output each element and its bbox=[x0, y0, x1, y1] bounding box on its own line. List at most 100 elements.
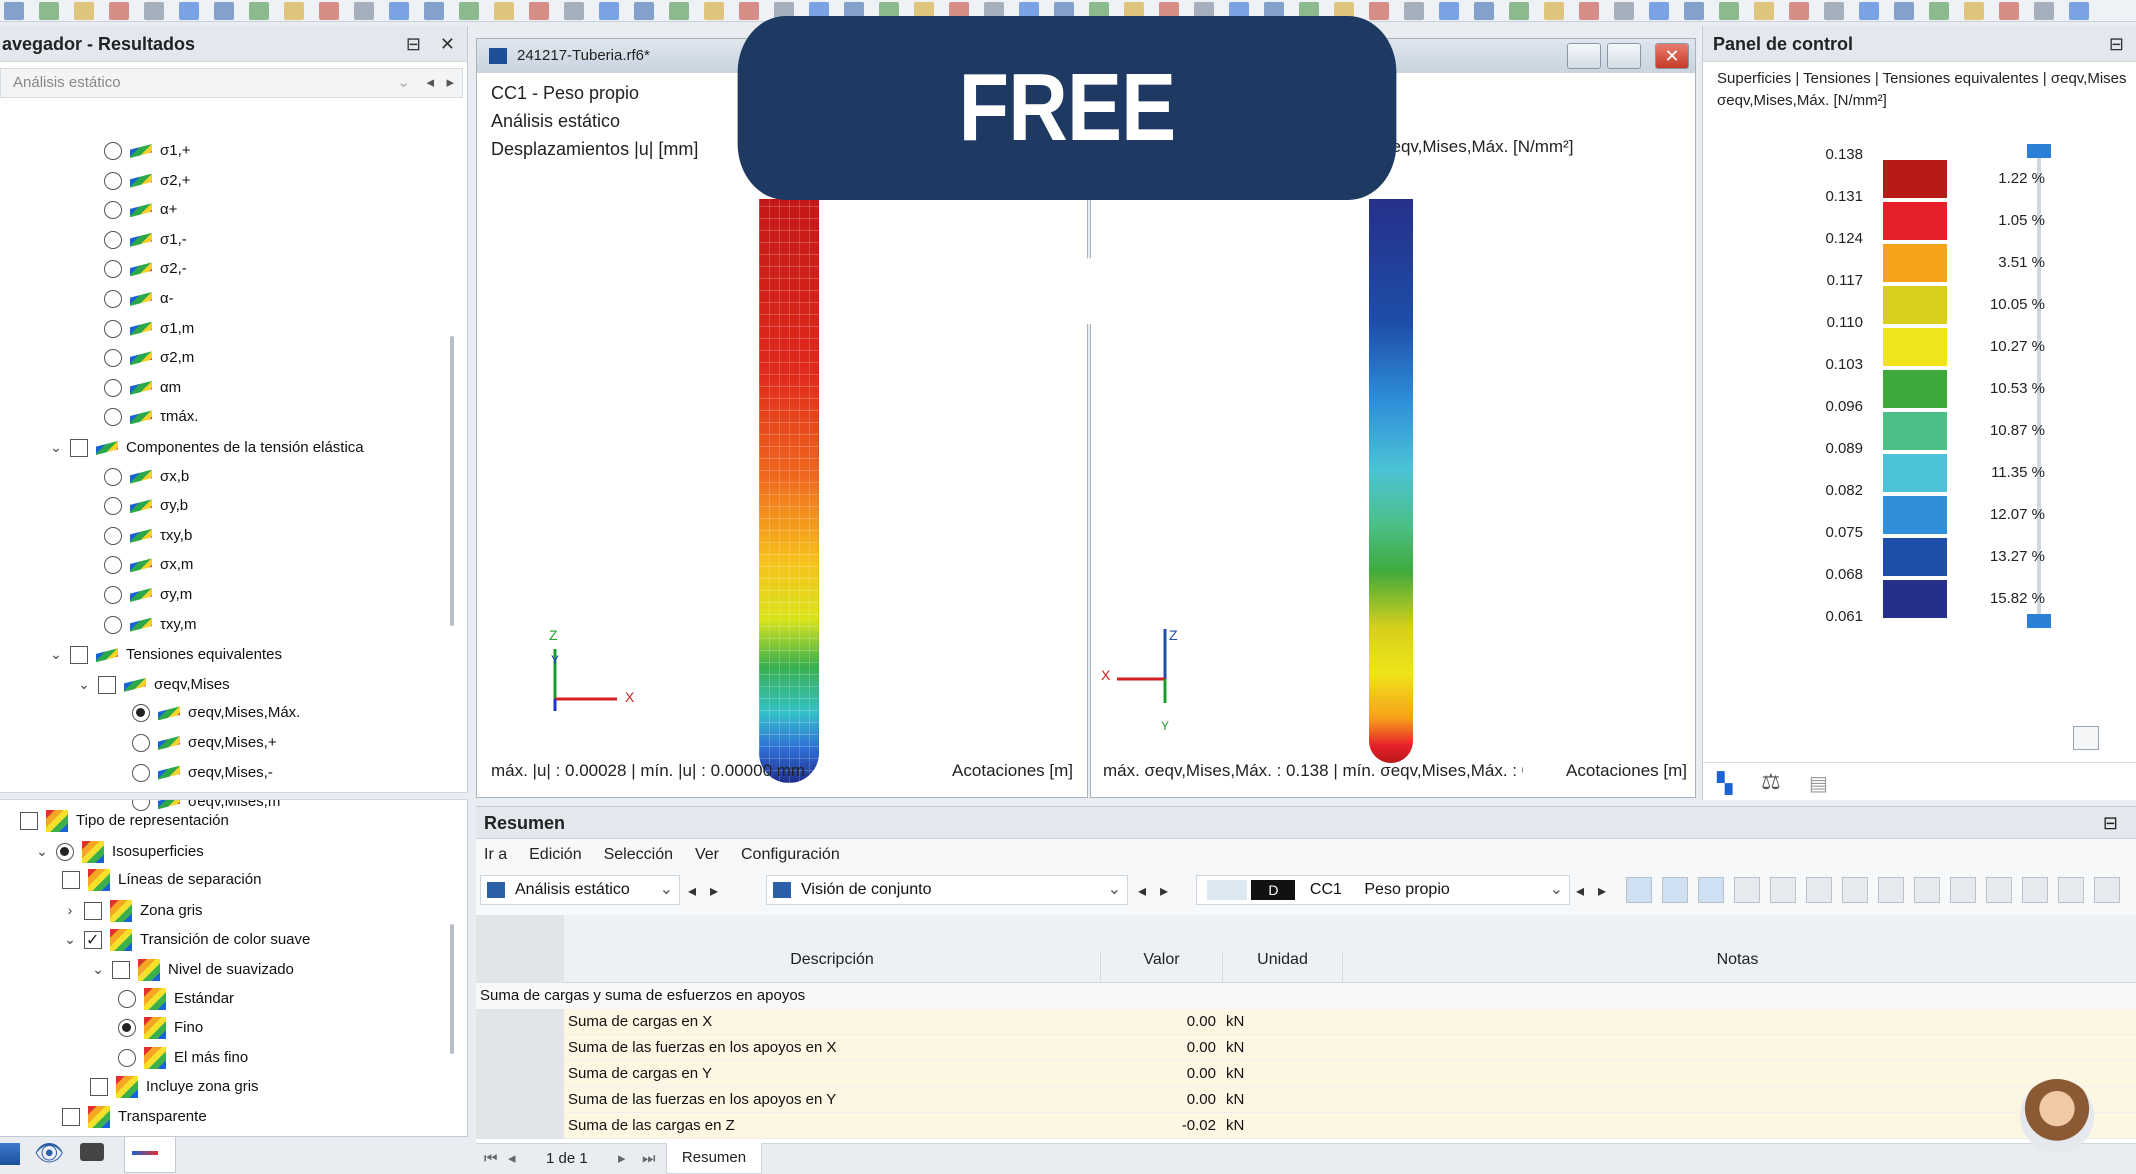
pin-icon-panel[interactable]: ⊟ bbox=[2109, 26, 2124, 62]
next-arrow-icon[interactable]: ▸ bbox=[710, 881, 718, 901]
radio-button[interactable] bbox=[132, 734, 150, 753]
toolbar-tool-icon[interactable] bbox=[1719, 2, 1739, 20]
radio-button[interactable] bbox=[104, 467, 122, 486]
tree-item[interactable]: Fino bbox=[118, 1013, 203, 1043]
summary-tool-button[interactable] bbox=[1914, 877, 1940, 903]
tree-item[interactable]: ⌄ Tensiones equivalentes bbox=[48, 639, 282, 669]
summary-tool-button[interactable] bbox=[1878, 877, 1904, 903]
tree-item[interactable]: σx,b bbox=[104, 462, 189, 492]
radio-button[interactable] bbox=[104, 586, 122, 605]
radio-button[interactable] bbox=[118, 1019, 136, 1038]
legend-slider-bottom-handle[interactable] bbox=[2027, 614, 2051, 628]
radio-button[interactable] bbox=[104, 290, 122, 309]
toolbar-tool-icon[interactable] bbox=[1649, 2, 1669, 20]
radio-button[interactable] bbox=[104, 201, 122, 220]
radio-button[interactable] bbox=[104, 556, 122, 575]
pin-icon-summary[interactable]: ⊟ bbox=[2103, 807, 2118, 839]
toolbar-tool-icon[interactable] bbox=[249, 2, 269, 20]
summary-tool-button[interactable] bbox=[1662, 877, 1688, 903]
minimize-button[interactable] bbox=[1567, 43, 1601, 69]
camera-icon[interactable] bbox=[80, 1143, 104, 1161]
expand-chevron-icon[interactable]: ⌄ bbox=[76, 669, 92, 699]
toolbar-tool-icon[interactable] bbox=[389, 2, 409, 20]
filter-tab-icon[interactable]: ▤ bbox=[1809, 771, 1828, 796]
pin-icon[interactable]: ⊟ bbox=[406, 26, 421, 62]
tree-item[interactable]: α- bbox=[104, 284, 174, 314]
tree-item[interactable]: Estándar bbox=[118, 984, 234, 1014]
toolbar-tool-icon[interactable] bbox=[109, 2, 129, 20]
toolbar-tool-icon[interactable] bbox=[564, 2, 584, 20]
checkbox[interactable] bbox=[84, 901, 102, 920]
radio-button[interactable] bbox=[132, 704, 150, 723]
toolbar-tool-icon[interactable] bbox=[1404, 2, 1424, 20]
summary-tool-button[interactable] bbox=[2094, 877, 2120, 903]
display-scrollbar[interactable] bbox=[450, 924, 454, 1054]
radio-button[interactable] bbox=[104, 615, 122, 634]
menu-item[interactable]: Selección bbox=[604, 846, 673, 863]
tree-item[interactable]: σy,b bbox=[104, 491, 188, 521]
tree-item[interactable]: σx,m bbox=[104, 550, 193, 580]
tree-item[interactable]: σ1,- bbox=[104, 225, 187, 255]
checkbox[interactable] bbox=[20, 812, 38, 831]
checkbox[interactable] bbox=[98, 675, 116, 694]
tree-item[interactable]: ⌄ σeqv,Mises bbox=[76, 669, 230, 699]
tree-item[interactable]: ⌄ Nivel de suavizado bbox=[90, 954, 294, 984]
toolbar-tool-icon[interactable] bbox=[1894, 2, 1914, 20]
toolbar-tool-icon[interactable] bbox=[354, 2, 374, 20]
toolbar-tool-icon[interactable] bbox=[739, 2, 759, 20]
toolbar-tool-icon[interactable] bbox=[599, 2, 619, 20]
tree-item[interactable]: ⌄ Componentes de la tensión elástica bbox=[48, 432, 364, 462]
close-window-button[interactable]: ✕ bbox=[1655, 43, 1689, 69]
tree-item[interactable]: α+ bbox=[104, 195, 177, 225]
toolbar-tool-icon[interactable] bbox=[1614, 2, 1634, 20]
summary-tool-button[interactable] bbox=[1986, 877, 2012, 903]
free-download-banner[interactable]: FREE DOWNLOAD bbox=[737, 16, 1397, 345]
tree-item[interactable]: Tipo de representación bbox=[20, 806, 229, 836]
toolbar-tool-icon[interactable] bbox=[1999, 2, 2019, 20]
tree-item[interactable]: ⌄ Transición de color suave bbox=[62, 924, 310, 956]
close-icon[interactable]: ✕ bbox=[440, 26, 455, 62]
pipe-model-stress[interactable] bbox=[1369, 199, 1413, 763]
toolbar-tool-icon[interactable] bbox=[424, 2, 444, 20]
next-arrow-icon[interactable]: ▸ bbox=[446, 69, 454, 97]
first-page-icon[interactable]: ⏮ bbox=[484, 1144, 498, 1174]
toolbar-tool-icon[interactable] bbox=[704, 2, 724, 20]
toolbar-tool-icon[interactable] bbox=[1789, 2, 1809, 20]
toolbar-tool-icon[interactable] bbox=[144, 2, 164, 20]
toolbar-tool-icon[interactable] bbox=[1859, 2, 1879, 20]
radio-button[interactable] bbox=[104, 319, 122, 338]
data-tab-icon[interactable] bbox=[0, 1143, 20, 1165]
radio-button[interactable] bbox=[104, 349, 122, 368]
radio-button[interactable] bbox=[118, 1048, 136, 1067]
analysis-type-select[interactable]: Análisis estático ⌄ bbox=[480, 875, 680, 905]
tree-item[interactable]: τmáx. bbox=[104, 402, 198, 432]
summary-tool-button[interactable] bbox=[2058, 877, 2084, 903]
prev-arrow-icon[interactable]: ◂ bbox=[426, 69, 434, 97]
tree-scrollbar[interactable] bbox=[450, 336, 454, 626]
next-page-icon[interactable]: ▸ bbox=[618, 1144, 626, 1174]
checkbox[interactable] bbox=[62, 871, 80, 890]
table-row[interactable]: Suma de cargas en X 0.00 kN bbox=[476, 1009, 2136, 1035]
next-arrow-icon-2[interactable]: ▸ bbox=[1160, 881, 1168, 901]
tree-item[interactable]: ⌄ Isosuperficies bbox=[34, 836, 204, 866]
tree-item[interactable]: αm bbox=[104, 373, 181, 403]
tree-item[interactable]: τxy,m bbox=[104, 610, 196, 640]
radio-button[interactable] bbox=[104, 230, 122, 249]
toolbar-tool-icon[interactable] bbox=[634, 2, 654, 20]
summary-tool-button[interactable] bbox=[2022, 877, 2048, 903]
toolbar-tool-icon[interactable] bbox=[179, 2, 199, 20]
expand-chevron-icon[interactable]: ⌄ bbox=[48, 432, 64, 462]
radio-button[interactable] bbox=[104, 260, 122, 279]
load-case-select[interactable]: D CC1 Peso propio ⌄ bbox=[1196, 875, 1570, 905]
tree-item[interactable]: σy,m bbox=[104, 580, 192, 610]
toolbar-tool-icon[interactable] bbox=[1929, 2, 1949, 20]
view-mode-select[interactable]: Visión de conjunto ⌄ bbox=[766, 875, 1128, 905]
radio-button[interactable] bbox=[104, 378, 122, 397]
eye-icon[interactable]: 👁 bbox=[34, 1139, 64, 1168]
radio-button[interactable] bbox=[104, 142, 122, 161]
radio-button[interactable] bbox=[118, 989, 136, 1008]
menu-item[interactable]: Configuración bbox=[741, 846, 840, 863]
tree-item[interactable]: Transparente bbox=[62, 1102, 207, 1132]
analysis-select[interactable]: Análisis estático ⌄ ◂ ▸ bbox=[0, 68, 463, 98]
toolbar-tool-icon[interactable] bbox=[1509, 2, 1529, 20]
